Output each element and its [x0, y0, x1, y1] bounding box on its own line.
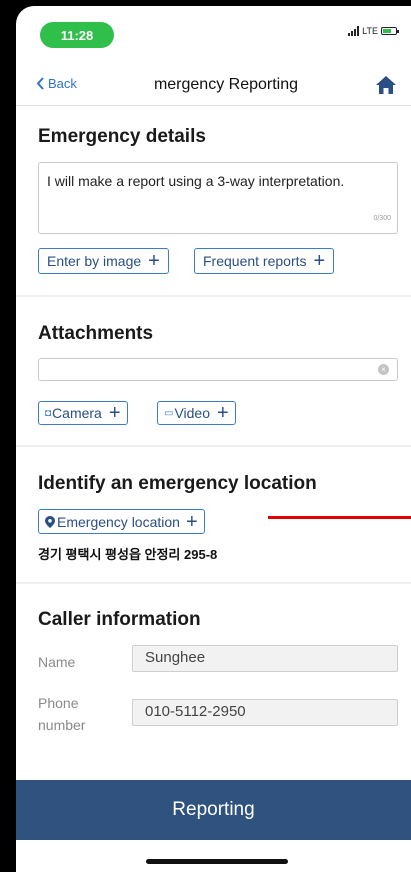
phone-label: Phone number: [38, 692, 85, 736]
name-field[interactable]: Sunghee: [132, 645, 398, 672]
video-label: Video: [174, 405, 211, 421]
annotation-red-line: [268, 516, 411, 519]
char-counter: 0/300: [373, 215, 391, 222]
status-bar: 11:28 LTE: [16, 6, 411, 50]
video-button[interactable]: ▭ Video +: [157, 401, 236, 425]
network-type: LTE: [362, 26, 378, 36]
emergency-location-label: Emergency location: [57, 513, 180, 530]
name-label: Name: [38, 654, 76, 670]
camera-icon: ◘: [45, 407, 52, 419]
clear-icon[interactable]: ×: [378, 364, 389, 375]
plus-icon: +: [185, 510, 198, 533]
plus-icon: +: [217, 402, 229, 424]
plus-icon: +: [148, 250, 160, 272]
phone-label-line1: Phone: [38, 695, 79, 711]
section-divider: [16, 582, 411, 584]
battery-icon: [381, 27, 399, 35]
home-indicator[interactable]: [146, 859, 288, 864]
app-screen: 11:28 LTE Back mergency Reporting Emerge…: [16, 6, 411, 872]
frequent-reports-label: Frequent reports: [203, 253, 307, 269]
page-title: mergency Reporting: [153, 76, 299, 93]
emergency-details-textarea[interactable]: I will make a report using a 3-way inter…: [38, 162, 398, 234]
emergency-location-button[interactable]: Emergency location +: [38, 509, 205, 534]
frequent-reports-button[interactable]: Frequent reports +: [194, 248, 335, 274]
plus-icon: +: [313, 250, 326, 272]
camera-label: Camera: [52, 405, 102, 421]
emergency-details-heading: Emergency details: [38, 126, 206, 147]
enter-by-image-label: Enter by image: [47, 253, 142, 269]
emergency-address: 경기 평택시 평성읍 안정리 295-8: [38, 547, 218, 562]
phone-label-line2: number: [38, 717, 86, 733]
nav-bar: Back mergency Reporting: [16, 62, 411, 106]
back-button[interactable]: Back: [36, 76, 77, 91]
signal-icon: [348, 26, 360, 36]
section-divider: [16, 295, 411, 297]
location-pin-icon: [45, 515, 55, 528]
back-label: Back: [48, 76, 77, 91]
attachments-heading: Attachments: [38, 323, 154, 344]
reporting-button[interactable]: Reporting: [16, 780, 411, 840]
enter-by-image-button[interactable]: Enter by image +: [38, 248, 169, 274]
plus-icon: +: [108, 402, 121, 424]
home-icon[interactable]: [375, 74, 397, 96]
status-time: 11:28: [40, 22, 114, 48]
chevron-left-icon: [36, 77, 44, 90]
emergency-details-text: I will make a report using a 3-way inter…: [47, 173, 345, 189]
video-icon: ▭: [164, 407, 174, 419]
camera-button[interactable]: ◘ Camera +: [38, 401, 128, 425]
attachments-input[interactable]: ×: [38, 358, 398, 381]
section-divider: [16, 445, 411, 447]
phone-field[interactable]: 010-5112-2950: [132, 699, 398, 726]
status-indicators: LTE: [348, 26, 399, 36]
location-heading: Identify an emergency location: [38, 473, 317, 494]
caller-heading: Caller information: [38, 609, 201, 630]
